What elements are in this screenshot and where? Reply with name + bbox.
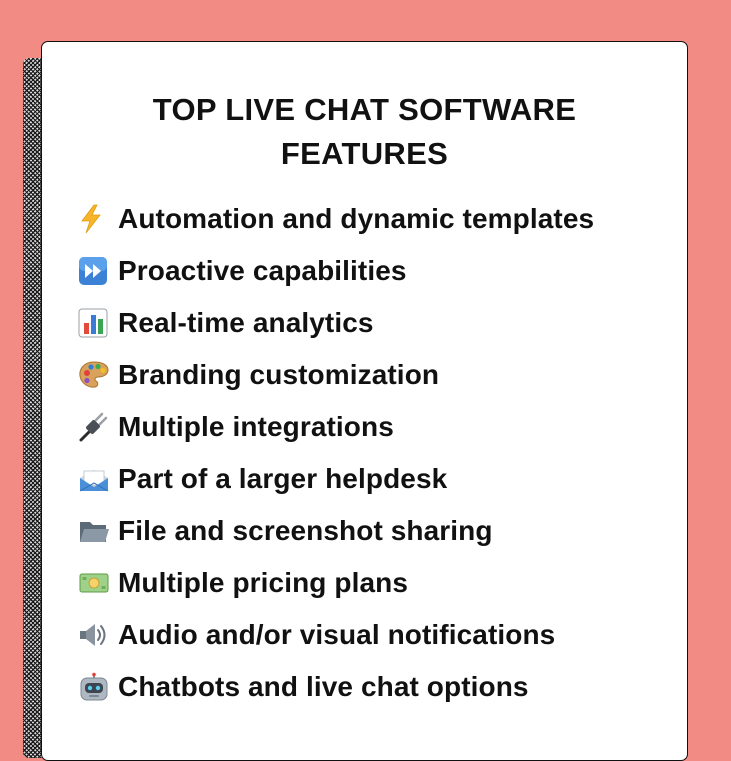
robot-icon — [78, 672, 118, 702]
feature-card: TOP LIVE CHAT SOFTWARE FEATURES Automati… — [41, 41, 688, 761]
page-title: TOP LIVE CHAT SOFTWARE FEATURES — [42, 88, 687, 176]
envelope-icon — [78, 464, 118, 494]
feature-label: Proactive capabilities — [118, 255, 407, 286]
list-item: Branding customization — [78, 349, 594, 401]
list-item: Multiple integrations — [78, 401, 594, 453]
list-item: Part of a larger helpdesk — [78, 453, 594, 505]
list-item: Automation and dynamic templates — [78, 193, 594, 245]
plug-icon — [78, 412, 118, 442]
list-item: File and screenshot sharing — [78, 505, 594, 557]
list-item: Audio and/or visual notifications — [78, 609, 594, 661]
speaker-icon — [78, 620, 118, 650]
feature-list: Automation and dynamic templates Proacti… — [78, 193, 594, 713]
list-item: Multiple pricing plans — [78, 557, 594, 609]
feature-label: Chatbots and live chat options — [118, 671, 529, 702]
list-item: Real-time analytics — [78, 297, 594, 349]
bar-chart-icon — [78, 308, 118, 338]
feature-label: File and screenshot sharing — [118, 515, 493, 546]
money-icon — [78, 568, 118, 598]
feature-label: Automation and dynamic templates — [118, 203, 595, 234]
title-line-1: TOP LIVE CHAT SOFTWARE — [152, 92, 577, 127]
feature-label: Multiple pricing plans — [118, 567, 408, 598]
feature-label: Audio and/or visual notifications — [118, 619, 556, 650]
lightning-icon — [78, 204, 118, 234]
fast-forward-icon — [78, 256, 118, 286]
feature-label: Part of a larger helpdesk — [118, 463, 448, 494]
feature-label: Real-time analytics — [118, 307, 374, 338]
title-line-2: FEATURES — [280, 136, 449, 171]
folder-icon — [78, 516, 118, 546]
feature-label: Multiple integrations — [118, 411, 394, 442]
list-item: Chatbots and live chat options — [78, 661, 594, 713]
palette-icon — [78, 360, 118, 390]
feature-label: Branding customization — [118, 359, 440, 390]
list-item: Proactive capabilities — [78, 245, 594, 297]
